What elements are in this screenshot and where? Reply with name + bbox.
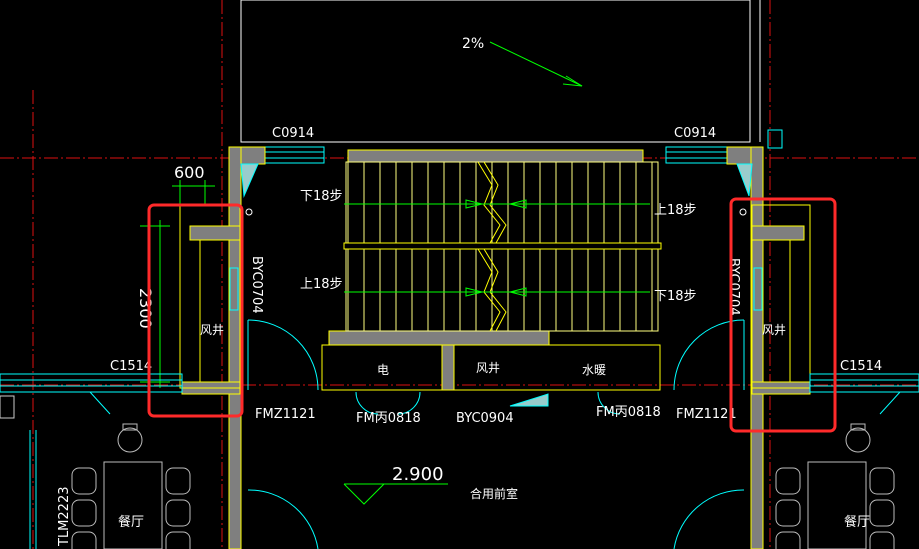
dining-label-right: 餐厅 bbox=[844, 514, 870, 530]
fm-label-right: FM丙0818 bbox=[596, 405, 661, 420]
dining-label-left: 餐厅 bbox=[118, 514, 144, 530]
window-label-top-left: C0914 bbox=[272, 126, 314, 141]
water-heating-label: 水暖 bbox=[582, 363, 606, 377]
stair-label-down-left: 下18步 bbox=[300, 189, 343, 204]
dim-2300: 2300 bbox=[136, 288, 155, 329]
electric-room-label: 电 bbox=[377, 363, 389, 377]
window-label-right: C1514 bbox=[840, 359, 882, 374]
cad-drawing-canvas[interactable]: 2% C0914 C0914 下18步 上18步 上18步 下18步 BYC07… bbox=[0, 0, 919, 549]
stair-label-down-right: 下18步 bbox=[654, 289, 697, 304]
door-label-right: FMZ1121 bbox=[676, 407, 737, 422]
fm-label-left: FM丙0818 bbox=[356, 411, 421, 426]
stair-label-up-right: 上18步 bbox=[654, 203, 697, 218]
byc-label-right: BYC0704 bbox=[726, 258, 741, 316]
door-label-left: FMZ1121 bbox=[255, 407, 316, 422]
window-label-top-right: C0914 bbox=[674, 126, 716, 141]
window-label-left: C1514 bbox=[110, 359, 152, 374]
lobby-label: 合用前室 bbox=[470, 486, 518, 501]
stair-label-up-left: 上18步 bbox=[300, 277, 343, 292]
dim-600: 600 bbox=[174, 163, 205, 182]
shaft-label-center: 风井 bbox=[476, 361, 500, 375]
slope-label: 2% bbox=[462, 36, 484, 52]
shaft-label-right: 风井 bbox=[762, 323, 786, 337]
tlm-label: TLM2223 bbox=[57, 487, 72, 547]
byc-label-bottom: BYC0904 bbox=[456, 411, 514, 426]
shaft-label-left: 风井 bbox=[200, 323, 224, 337]
byc-label-left: BYC0704 bbox=[249, 256, 264, 314]
elevation-value: 2.900 bbox=[392, 464, 444, 485]
